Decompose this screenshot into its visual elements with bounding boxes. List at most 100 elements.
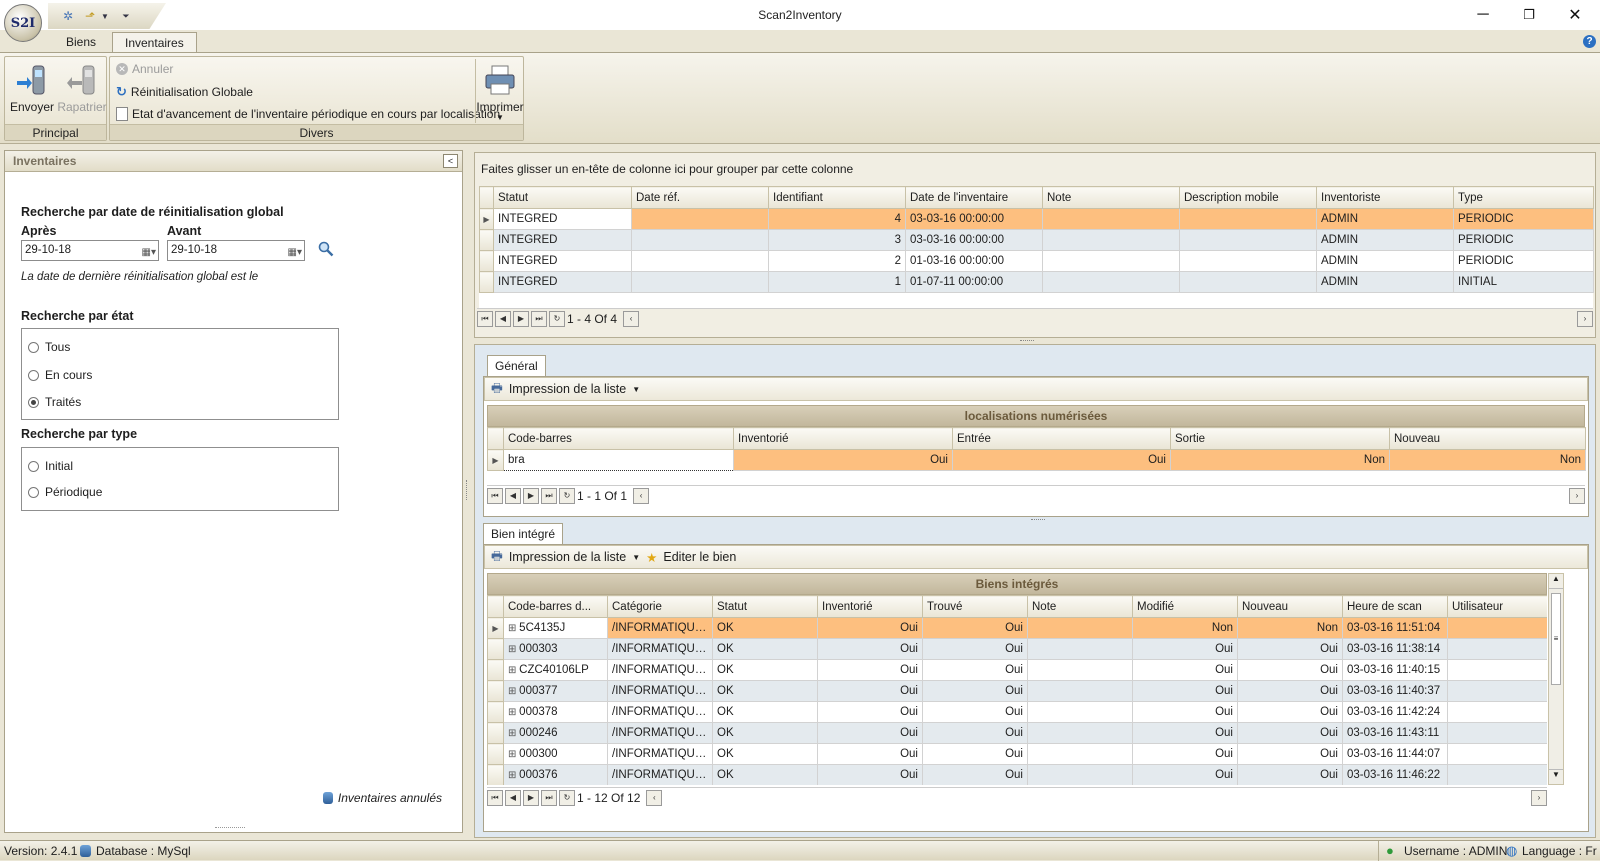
cell-nouveau[interactable]: Oui (1237, 680, 1343, 702)
cell-modifie[interactable]: Non (1132, 617, 1238, 639)
cell-categorie[interactable]: /INFORMATIQUE/... (607, 722, 713, 744)
cell-utilisateur[interactable] (1447, 764, 1547, 785)
cell-code-barres-d[interactable]: ⊞ 000303 (503, 638, 608, 660)
expand-icon[interactable]: ⊞ (508, 749, 519, 760)
cell-date-de-l-inventaire[interactable]: 01-03-16 00:00:00 (905, 250, 1043, 272)
cell-categorie[interactable]: /INFORMATIQUE/... (607, 764, 713, 785)
table-row[interactable]: ⊞ 000377/INFORMATIQUE/... OK Oui Oui Oui Oui 0… (487, 680, 1547, 702)
cell-nouveau[interactable]: Oui (1237, 743, 1343, 765)
row-indicator[interactable] (487, 680, 504, 702)
column-header-inventorie[interactable]: Inventorié (733, 427, 953, 450)
cell-utilisateur[interactable] (1447, 680, 1547, 702)
cell-inventoriste[interactable]: ADMIN (1316, 229, 1454, 251)
cell-code-barres-d[interactable]: ⊞ 000378 (503, 701, 608, 723)
row-indicator[interactable] (479, 250, 494, 272)
table-row[interactable]: ▶ ⊞ 5C4135J/INFORMATIQUE/... OK Oui Oui Non No… (487, 617, 1547, 639)
row-indicator[interactable] (487, 764, 504, 785)
cell-statut[interactable]: OK (712, 617, 818, 639)
cell-code-barres-d[interactable]: ⊞ 000377 (503, 680, 608, 702)
calendar-icon[interactable]: ▦▾ (142, 243, 156, 262)
cell-inventoriste[interactable]: ADMIN (1316, 208, 1454, 230)
cell-categorie[interactable]: /INFORMATIQUE/... (607, 617, 713, 639)
expand-icon[interactable]: ⊞ (508, 665, 519, 676)
column-header-date-ref[interactable]: Date réf. (631, 186, 769, 209)
avant-date-input[interactable]: 29-10-18 ▦▾ (167, 240, 305, 261)
cell-trouve[interactable]: Oui (922, 638, 1028, 660)
radio-en-cours[interactable]: En cours (28, 368, 92, 382)
impression-liste-button[interactable]: Impression de la liste (509, 382, 626, 396)
resize-grip[interactable] (215, 827, 245, 830)
next-page-button[interactable]: ▶ (523, 789, 539, 806)
tab-inventaires[interactable]: Inventaires (112, 32, 197, 52)
chevron-down-icon[interactable]: ▼ (476, 114, 524, 122)
scroll-right-button[interactable]: › (1531, 789, 1547, 806)
scroll-up-button[interactable]: ▲ (1549, 574, 1563, 589)
cell-heure-de-scan[interactable]: 03-03-16 11:42:24 (1342, 701, 1448, 723)
restore-button[interactable]: ❐ (1506, 0, 1552, 30)
cell-heure-de-scan[interactable]: 03-03-16 11:40:37 (1342, 680, 1448, 702)
cell-modifie[interactable]: Oui (1132, 659, 1238, 681)
next-page-button[interactable]: ▶ (523, 487, 539, 504)
row-indicator[interactable]: ▶ (487, 449, 504, 471)
refresh-page-button[interactable]: ↻ (559, 789, 575, 806)
column-header-nouveau[interactable]: Nouveau (1237, 595, 1343, 618)
cell-modifie[interactable]: Oui (1132, 680, 1238, 702)
cell-statut[interactable]: OK (712, 743, 818, 765)
splitter-grip[interactable] (1031, 519, 1045, 521)
scroll-left-button[interactable]: ‹ (633, 487, 650, 504)
first-page-button[interactable]: ⏮ (477, 310, 493, 327)
cell-trouve[interactable]: Oui (922, 701, 1028, 723)
column-header-statut[interactable]: Statut (712, 595, 818, 618)
chevron-down-icon[interactable]: ▼ (632, 553, 640, 562)
table-row[interactable]: ⊞ 000378/INFORMATIQUE/... OK Oui Oui Oui Oui 0… (487, 701, 1547, 723)
cell-inventoriste[interactable]: ADMIN (1316, 250, 1454, 272)
imprimer-button[interactable]: Imprimer ▼ (476, 61, 524, 123)
tab-bien-integre[interactable]: Bien intégré (483, 523, 564, 544)
radio-traites[interactable]: Traités (28, 395, 81, 409)
cell-statut[interactable]: OK (712, 638, 818, 660)
cell-type[interactable]: INITIAL (1453, 271, 1594, 293)
cell-inventorie[interactable]: Oui (817, 743, 923, 765)
cell-note[interactable] (1027, 764, 1133, 785)
row-indicator[interactable] (479, 229, 494, 251)
column-header-description-mobile[interactable]: Description mobile (1179, 186, 1317, 209)
cell-statut[interactable]: INTEGRED (493, 250, 632, 272)
cell-inventorie[interactable]: Oui (817, 638, 923, 660)
cell-trouve[interactable]: Oui (922, 743, 1028, 765)
cell-heure-de-scan[interactable]: 03-03-16 11:51:04 (1342, 617, 1448, 639)
cell-inventorie[interactable]: Oui (817, 764, 923, 785)
cell-nouveau[interactable]: Oui (1237, 722, 1343, 744)
column-header-note[interactable]: Note (1042, 186, 1180, 209)
cell-code-barres-d[interactable]: ⊞ 5C4135J (503, 617, 608, 639)
cell-code-barres-d[interactable]: ⊞ 000376 (503, 764, 608, 785)
cell-code-barres-d[interactable]: ⊞ CZC40106LP (503, 659, 608, 681)
cell-modifie[interactable]: Oui (1132, 701, 1238, 723)
cell-note[interactable] (1027, 743, 1133, 765)
cell-trouve[interactable]: Oui (922, 680, 1028, 702)
cell-identifiant[interactable]: 1 (768, 271, 906, 293)
column-header-code-barres-d[interactable]: Code-barres d... (503, 595, 608, 618)
cell-note[interactable] (1027, 680, 1133, 702)
prev-page-button[interactable]: ◀ (505, 789, 521, 806)
cell-categorie[interactable]: /INFORMATIQUE/... (607, 638, 713, 660)
reinitialisation-button[interactable]: ↻ Réinitialisation Globale (116, 82, 253, 102)
table-row[interactable]: ⊞ 000300/INFORMATIQUE/... OK Oui Oui Oui Oui 0… (487, 743, 1547, 765)
cell-heure-de-scan[interactable]: 03-03-16 11:38:14 (1342, 638, 1448, 660)
cell-note[interactable] (1042, 229, 1180, 251)
expand-icon[interactable]: ⊞ (508, 623, 519, 634)
column-header-modifie[interactable]: Modifié (1132, 595, 1238, 618)
cell-date-de-l-inventaire[interactable]: 03-03-16 00:00:00 (905, 229, 1043, 251)
annuler-button[interactable]: ✕ Annuler (116, 59, 173, 79)
impression-liste-button[interactable]: Impression de la liste (509, 550, 626, 564)
cell-code-barres-d[interactable]: ⊞ 000246 (503, 722, 608, 744)
cell-utilisateur[interactable] (1447, 638, 1547, 660)
cell-description-mobile[interactable] (1179, 229, 1317, 251)
cell-description-mobile[interactable] (1179, 271, 1317, 293)
cell-statut[interactable]: INTEGRED (493, 229, 632, 251)
calendar-icon[interactable]: ▦▾ (288, 243, 302, 262)
cell-modifie[interactable]: Oui (1132, 743, 1238, 765)
row-indicator[interactable]: ▶ (487, 617, 504, 639)
column-header-note[interactable]: Note (1027, 595, 1133, 618)
cell-trouve[interactable]: Oui (922, 659, 1028, 681)
cell-utilisateur[interactable] (1447, 659, 1547, 681)
